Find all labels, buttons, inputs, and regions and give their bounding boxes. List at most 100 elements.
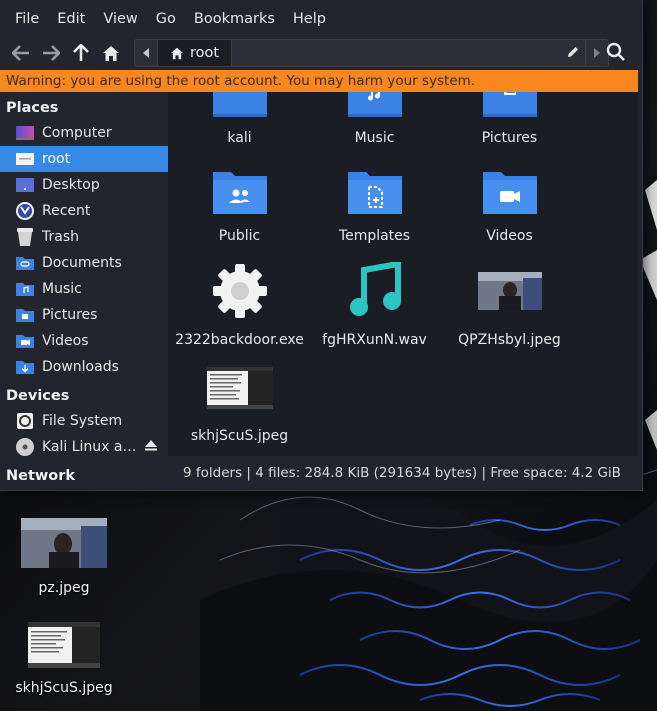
file-item-label: QPZHsbyl.jpeg [458, 332, 561, 348]
sidebar-item-label: Desktop [42, 177, 100, 193]
computer-icon [14, 123, 36, 143]
eject-icon[interactable] [144, 440, 157, 454]
pictures-folder-icon [14, 305, 36, 325]
sidebar-item-label: Kali Linux a… [42, 439, 137, 455]
desktop-file-label: skhjScuS.jpeg [15, 680, 113, 696]
home-folder-icon [14, 149, 36, 169]
sidebar-item-label: Trash [42, 229, 79, 245]
search-button[interactable] [606, 42, 626, 66]
file-item-label: Templates [338, 228, 411, 244]
sidebar-item-label: Documents [42, 255, 122, 271]
sidebar-item-label: Downloads [42, 359, 119, 375]
path-bar: root [134, 39, 609, 67]
file-item-pictures[interactable]: Pictures [442, 92, 577, 146]
sidebar-item-file-system[interactable]: File System [0, 408, 168, 434]
folder-icon [212, 92, 267, 117]
file-item-fghrxunn-wav[interactable]: fgHRXunN.wav [307, 260, 442, 348]
recent-icon [14, 201, 36, 221]
desktop-file-label: pz.jpeg [38, 580, 90, 596]
sidebar-item-downloads[interactable]: Downloads [0, 354, 168, 380]
trash-icon [14, 227, 36, 247]
forward-button[interactable] [36, 39, 66, 67]
file-item-kali[interactable]: kali [172, 92, 307, 146]
menu-file[interactable]: File [6, 11, 48, 27]
audio-file-icon [349, 260, 401, 316]
menu-help[interactable]: Help [284, 11, 335, 27]
file-manager-window: File Edit View Go Bookmarks Help root Wa… [0, 0, 643, 491]
menubar: File Edit View Go Bookmarks Help [0, 0, 642, 38]
file-item-label: Pictures [481, 130, 538, 146]
devices-header: Devices [6, 388, 70, 404]
image-thumbnail [21, 518, 107, 568]
up-button[interactable] [66, 39, 96, 67]
menu-edit[interactable]: Edit [48, 11, 94, 27]
file-item-label: Videos [486, 228, 533, 244]
sidebar-item-label: File System [42, 413, 123, 429]
public-folder-icon [212, 172, 267, 214]
sidebar-item-label: Videos [42, 333, 89, 349]
templates-folder-icon [347, 172, 402, 214]
image-thumbnail [206, 367, 273, 409]
file-item-qpzhsbyl-jpeg[interactable]: QPZHsbyl.jpeg [442, 262, 577, 348]
path-scroll-right-button[interactable] [585, 40, 608, 66]
root-warning-banner: Warning: you are using the root account.… [0, 70, 638, 92]
sidebar-item-label: Recent [42, 203, 91, 219]
home-button[interactable] [96, 39, 126, 67]
documents-folder-icon [14, 253, 36, 273]
sidebar-item-videos[interactable]: Videos [0, 328, 168, 354]
optical-disc-icon [14, 437, 36, 457]
sidebar-item-label: Pictures [42, 307, 98, 323]
home-icon [170, 47, 184, 59]
file-item-videos[interactable]: Videos [442, 170, 577, 244]
music-folder-icon [347, 92, 402, 117]
chevron-right-icon [594, 48, 600, 58]
image-thumbnail [477, 272, 542, 310]
file-item-templates[interactable]: Templates [307, 170, 442, 244]
path-segment-label: root [190, 45, 220, 61]
edit-path-button[interactable] [566, 45, 580, 63]
music-folder-icon [14, 279, 36, 299]
drive-icon [14, 411, 36, 431]
file-item-label: fgHRXunN.wav [322, 332, 427, 348]
desktop-file-pz-jpeg[interactable]: pz.jpeg [14, 518, 114, 596]
sidebar-item-documents[interactable]: Documents [0, 250, 168, 276]
file-item-skhjscus-jpeg[interactable]: skhjScuS.jpeg [172, 360, 307, 444]
toolbar: root [0, 38, 642, 68]
file-item-public[interactable]: Public [172, 170, 307, 244]
file-item-music[interactable]: Music [307, 92, 442, 146]
arrow-left-icon [12, 45, 29, 61]
sidebar-item-label: Music [42, 281, 82, 297]
path-scroll-left-button[interactable] [135, 40, 157, 66]
executable-gear-icon [212, 264, 267, 318]
sidebar-item-music[interactable]: Music [0, 276, 168, 302]
pictures-folder-icon [482, 92, 537, 117]
chevron-left-icon [143, 48, 149, 58]
places-header: Places [6, 100, 59, 116]
sidebar-item-computer[interactable]: Computer [0, 120, 168, 146]
menu-view[interactable]: View [94, 11, 146, 27]
sidebar-item-recent[interactable]: Recent [0, 198, 168, 224]
file-item-label: skhjScuS.jpeg [190, 428, 289, 444]
sidebar-item-trash[interactable]: Trash [0, 224, 168, 250]
pencil-icon [568, 47, 578, 57]
sidebar-item-label: Computer [42, 125, 112, 141]
sidebar-item-pictures[interactable]: Pictures [0, 302, 168, 328]
home-icon [103, 45, 119, 61]
file-item-2322backdoor-exe[interactable]: 2322backdoor.exe [172, 262, 307, 348]
file-item-label: 2322backdoor.exe [175, 332, 304, 348]
menu-bookmarks[interactable]: Bookmarks [185, 11, 284, 27]
menu-go[interactable]: Go [147, 11, 185, 27]
status-bar: 9 folders | 4 files: 284.8 KiB (291634 b… [168, 456, 638, 490]
back-button[interactable] [6, 39, 36, 67]
sidebar-item-kali-disc[interactable]: Kali Linux a… [0, 434, 168, 460]
arrow-right-icon [43, 45, 60, 61]
sidebar-item-root[interactable]: root [0, 146, 168, 172]
videos-folder-icon [482, 172, 537, 214]
sidebar-item-desktop[interactable]: Desktop [0, 172, 168, 198]
file-item-label: Music [354, 130, 395, 146]
desktop-icon [14, 175, 36, 195]
path-segment-root[interactable]: root [157, 40, 233, 66]
desktop-file-skhjscus-jpeg[interactable]: skhjScuS.jpeg [14, 622, 114, 696]
search-icon [606, 42, 625, 61]
arrow-up-icon [73, 44, 89, 61]
